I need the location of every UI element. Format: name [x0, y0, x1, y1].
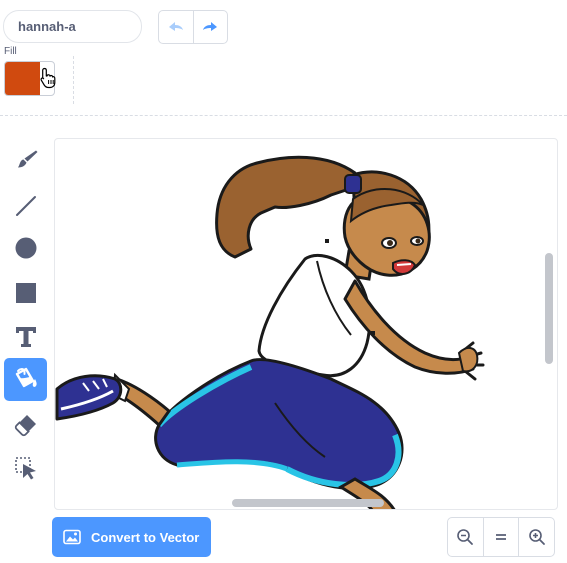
- brush-icon: [17, 150, 37, 167]
- toolbar-bottom-divider: [0, 115, 567, 116]
- undo-redo-group: [158, 10, 228, 44]
- tool-circle[interactable]: [4, 226, 47, 269]
- fill-color-swatch: [5, 62, 40, 95]
- zoom-out-icon: [457, 529, 474, 545]
- line-icon: [15, 195, 36, 216]
- tool-fill[interactable]: [4, 358, 47, 401]
- text-icon: [15, 326, 36, 347]
- undo-button[interactable]: [159, 11, 193, 43]
- paint-canvas[interactable]: [54, 138, 558, 510]
- zoom-in-icon: [528, 529, 545, 545]
- zoom-out-button[interactable]: [448, 518, 483, 556]
- convert-to-vector-button[interactable]: Convert to Vector: [52, 517, 211, 557]
- zoom-reset-button[interactable]: [482, 518, 519, 556]
- eraser-icon: [14, 414, 36, 436]
- fill-label: Fill: [4, 46, 17, 57]
- hannah-running-sprite: [55, 155, 485, 509]
- redo-button[interactable]: [192, 11, 228, 43]
- circle-icon: [15, 237, 36, 258]
- select-icon: [14, 456, 36, 479]
- tool-line[interactable]: [4, 184, 47, 227]
- zoom-reset-icon: [496, 534, 506, 540]
- rectangle-icon: [15, 282, 36, 303]
- tool-text[interactable]: [4, 315, 47, 358]
- fill-bucket-icon: [15, 367, 37, 387]
- toolbar-divider: [73, 56, 74, 104]
- tool-eraser[interactable]: [4, 403, 47, 446]
- redo-icon: [203, 22, 218, 31]
- tool-brush[interactable]: [4, 138, 47, 181]
- pointer-cursor-icon: [40, 67, 56, 89]
- tool-select[interactable]: [4, 446, 47, 489]
- canvas-vertical-scrollbar[interactable]: [545, 253, 553, 364]
- zoom-controls: [447, 517, 555, 557]
- canvas-horizontal-scrollbar[interactable]: [232, 499, 384, 507]
- costume-name-input[interactable]: [3, 10, 142, 43]
- undo-icon: [168, 22, 183, 31]
- zoom-in-button[interactable]: [518, 518, 554, 556]
- convert-to-vector-label: Convert to Vector: [91, 529, 200, 545]
- tool-rectangle[interactable]: [4, 271, 47, 314]
- image-icon: [63, 529, 81, 545]
